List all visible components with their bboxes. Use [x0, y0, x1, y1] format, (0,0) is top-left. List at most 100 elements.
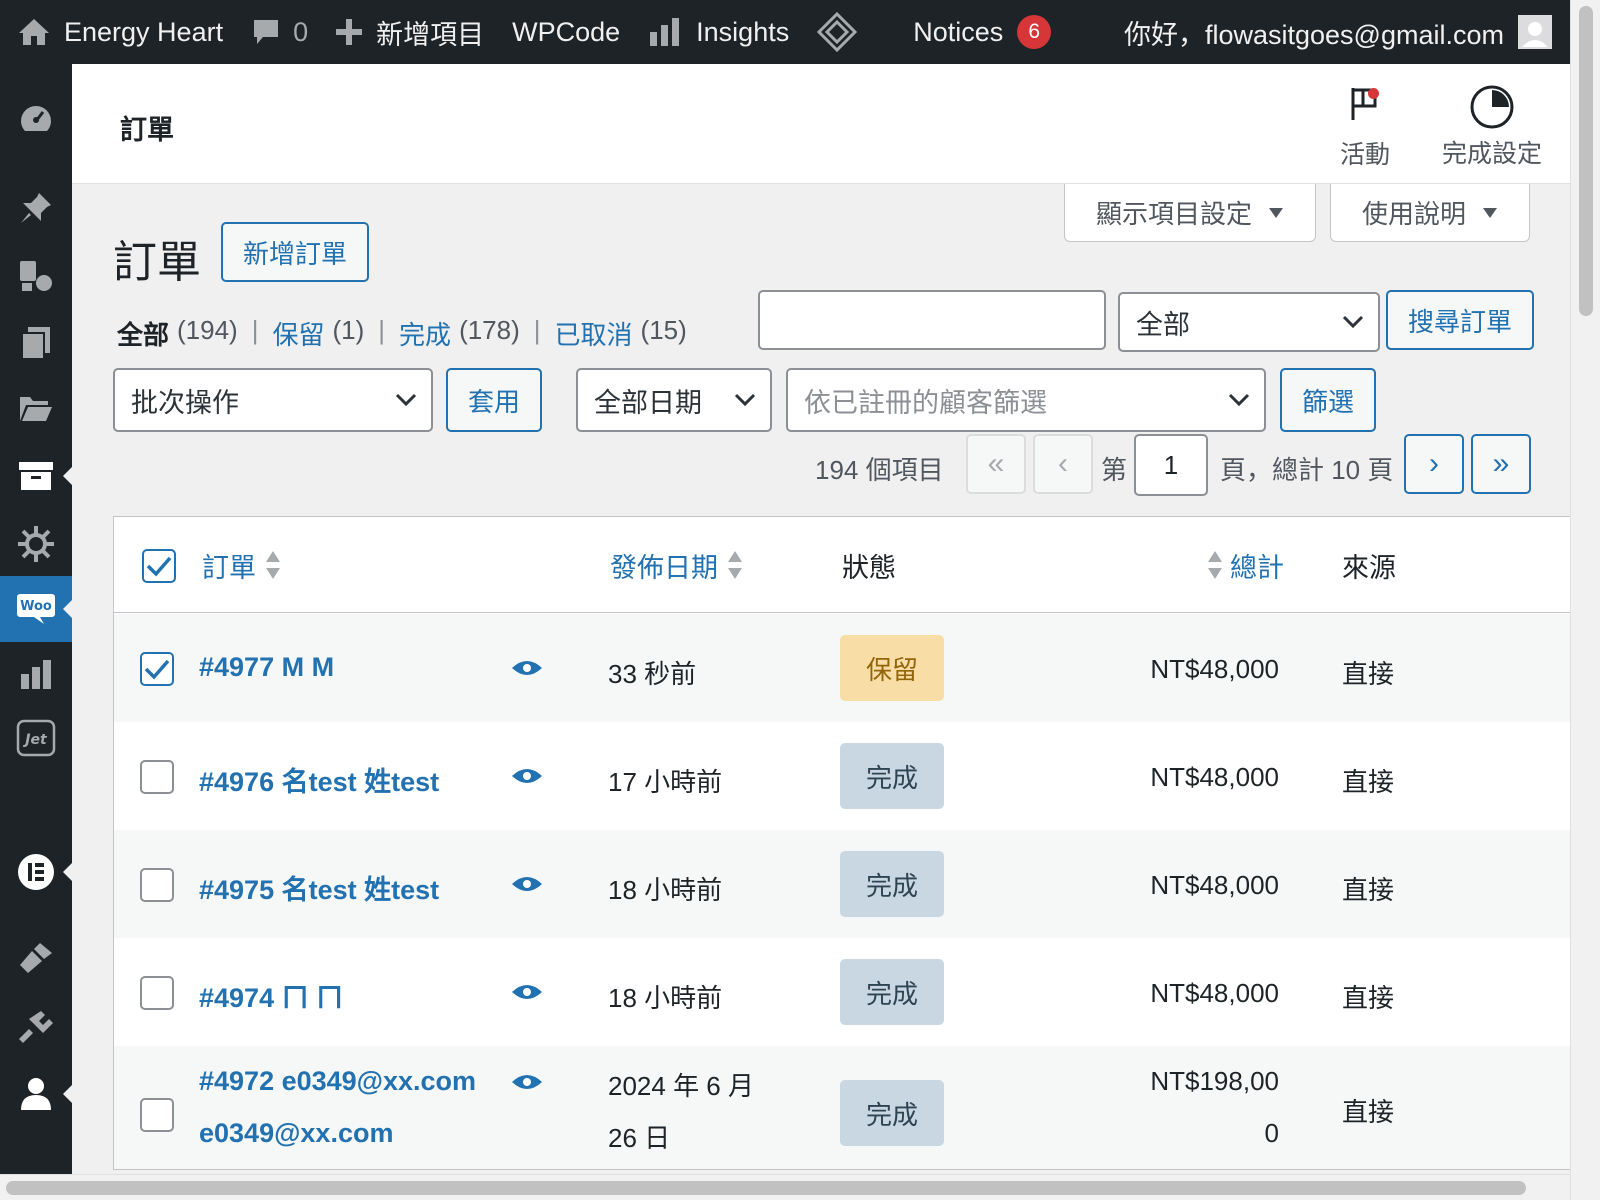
table-row[interactable]: #4977 M M 33 秒前 保留 NT$48,000 直接	[114, 614, 1570, 722]
menu-dashboard[interactable]	[0, 88, 72, 152]
pushpin-icon	[21, 193, 51, 223]
prev-page-button[interactable]: ‹	[1033, 434, 1093, 494]
order-link[interactable]: #4976 名test 姓test	[199, 760, 439, 799]
table-row[interactable]: #4972 e0349@xx.com e0349@xx.com 2024 年 6…	[114, 1046, 1570, 1169]
notices-label: Notices	[913, 16, 1004, 47]
table-row[interactable]: #4976 名test 姓test 17 小時前 完成 NT$48,000 直接	[114, 722, 1570, 830]
menu-plugin-gear[interactable]	[0, 512, 72, 576]
finish-setup-label: 完成設定	[1442, 140, 1543, 168]
eye-icon[interactable]	[511, 766, 543, 786]
sort-icon	[1206, 549, 1224, 581]
order-email[interactable]: e0349@xx.com	[199, 1118, 393, 1149]
bulk-action-select[interactable]: 批次操作	[113, 368, 433, 432]
row-checkbox[interactable]	[140, 1098, 174, 1132]
menu-jet[interactable]: Jet	[0, 706, 72, 770]
date-filter-select[interactable]: 全部日期	[576, 368, 772, 432]
view-on-hold[interactable]: 保留	[272, 315, 324, 352]
search-input[interactable]	[758, 290, 1106, 350]
eye-icon[interactable]	[511, 1072, 543, 1092]
last-page-button[interactable]: »	[1471, 434, 1531, 494]
menu-elementor[interactable]	[0, 840, 72, 904]
elementor-icon	[18, 854, 54, 890]
order-link[interactable]: #4972 e0349@xx.com	[199, 1066, 476, 1097]
new-content-link[interactable]: 新增項目	[322, 0, 498, 64]
row-checkbox[interactable]	[140, 760, 174, 794]
vertical-scroll-thumb[interactable]	[1579, 6, 1593, 316]
row-checkbox[interactable]	[140, 868, 174, 902]
table-header: 訂單 發佈日期 狀態 總計 來源	[114, 517, 1570, 613]
comments-link[interactable]: 0	[237, 0, 322, 64]
apply-button[interactable]: 套用	[446, 368, 542, 432]
select-all-checkbox[interactable]	[142, 549, 176, 583]
eye-icon[interactable]	[511, 982, 543, 1002]
row-checkbox[interactable]	[140, 976, 174, 1010]
sort-icon	[726, 549, 744, 581]
site-home-link[interactable]: Energy Heart	[0, 0, 237, 64]
order-total: NT$48,000	[1150, 654, 1279, 684]
menu-media[interactable]	[0, 244, 72, 308]
table-row[interactable]: #4974 ㄇ ㄇ 18 小時前 完成 NT$48,000 直接	[114, 938, 1570, 1046]
column-order[interactable]: 訂單	[202, 517, 282, 613]
menu-appearance[interactable]	[0, 926, 72, 990]
horizontal-scrollbar[interactable]	[0, 1174, 1570, 1200]
bar-chart-icon	[650, 18, 680, 46]
status-badge: 保留	[840, 635, 944, 701]
horizontal-scroll-thumb[interactable]	[6, 1181, 1526, 1195]
help-button[interactable]: 使用說明	[1330, 184, 1530, 242]
user-icon	[21, 1078, 51, 1110]
notices-link[interactable]: Notices 6	[899, 0, 1065, 64]
order-link[interactable]: #4975 名test 姓test	[199, 868, 439, 907]
next-page-button[interactable]: ›	[1404, 434, 1464, 494]
table-row[interactable]: #4975 名test 姓test 18 小時前 完成 NT$48,000 直接	[114, 830, 1570, 938]
svg-text:Woo: Woo	[20, 599, 52, 614]
view-all[interactable]: 全部	[117, 315, 169, 352]
menu-crescent[interactable]	[0, 772, 72, 836]
plus-icon	[336, 19, 363, 45]
search-type-select[interactable]: 全部	[1118, 292, 1380, 352]
eye-icon[interactable]	[511, 658, 543, 678]
search-orders-button[interactable]: 搜尋訂單	[1386, 290, 1534, 350]
screen-options-button[interactable]: 顯示項目設定	[1064, 184, 1316, 242]
jet-icon: Jet	[16, 719, 56, 757]
home-icon	[19, 19, 49, 45]
flag-icon	[1351, 88, 1377, 120]
add-order-button[interactable]: 新增訂單	[221, 222, 369, 282]
brush-icon	[20, 943, 52, 973]
filter-button[interactable]: 篩選	[1280, 368, 1376, 432]
caret-down-icon	[1269, 207, 1283, 218]
first-page-button[interactable]: «	[966, 434, 1026, 494]
account-menu[interactable]: 你好，flowasitgoes@gmail.com	[1110, 0, 1570, 64]
dashboard-icon	[21, 106, 51, 131]
menu-posts[interactable]	[0, 176, 72, 240]
order-link[interactable]: #4974 ㄇ ㄇ	[199, 976, 343, 1015]
site-name: Energy Heart	[64, 16, 224, 47]
row-checkbox[interactable]	[140, 652, 174, 686]
column-date[interactable]: 發佈日期	[610, 517, 744, 613]
menu-analytics[interactable]	[0, 642, 72, 706]
eye-icon[interactable]	[511, 874, 543, 894]
diamond-plugin-link[interactable]	[803, 0, 871, 64]
menu-files[interactable]	[0, 376, 72, 440]
current-page-input[interactable]: 1	[1134, 434, 1208, 496]
help-label: 使用說明	[1361, 199, 1466, 229]
order-date-day: 26 日	[608, 1123, 671, 1153]
vertical-scrollbar[interactable]	[1570, 0, 1600, 1200]
view-separator: |	[533, 315, 541, 345]
view-cancelled[interactable]: 已取消	[555, 315, 633, 352]
finish-setup-button[interactable]: 完成設定	[1442, 84, 1542, 170]
menu-plugins[interactable]	[0, 994, 72, 1058]
menu-woocommerce[interactable]: Woo	[0, 576, 72, 642]
view-completed[interactable]: 完成	[399, 315, 451, 352]
order-link[interactable]: #4977 M M	[199, 652, 334, 683]
checkmark-icon	[146, 556, 172, 577]
wpcode-link[interactable]: WPCode	[498, 0, 634, 64]
column-total-label: 總計	[1230, 552, 1284, 583]
column-total[interactable]: 總計	[1206, 517, 1284, 613]
insights-link[interactable]: Insights	[634, 0, 803, 64]
customer-filter-select[interactable]: 依已註冊的顧客篩選	[786, 368, 1266, 432]
menu-users[interactable]	[0, 1062, 72, 1126]
menu-pages[interactable]	[0, 310, 72, 374]
view-separator: |	[378, 315, 386, 345]
menu-archive[interactable]	[0, 444, 72, 508]
activity-button[interactable]: 活動	[1340, 84, 1390, 171]
